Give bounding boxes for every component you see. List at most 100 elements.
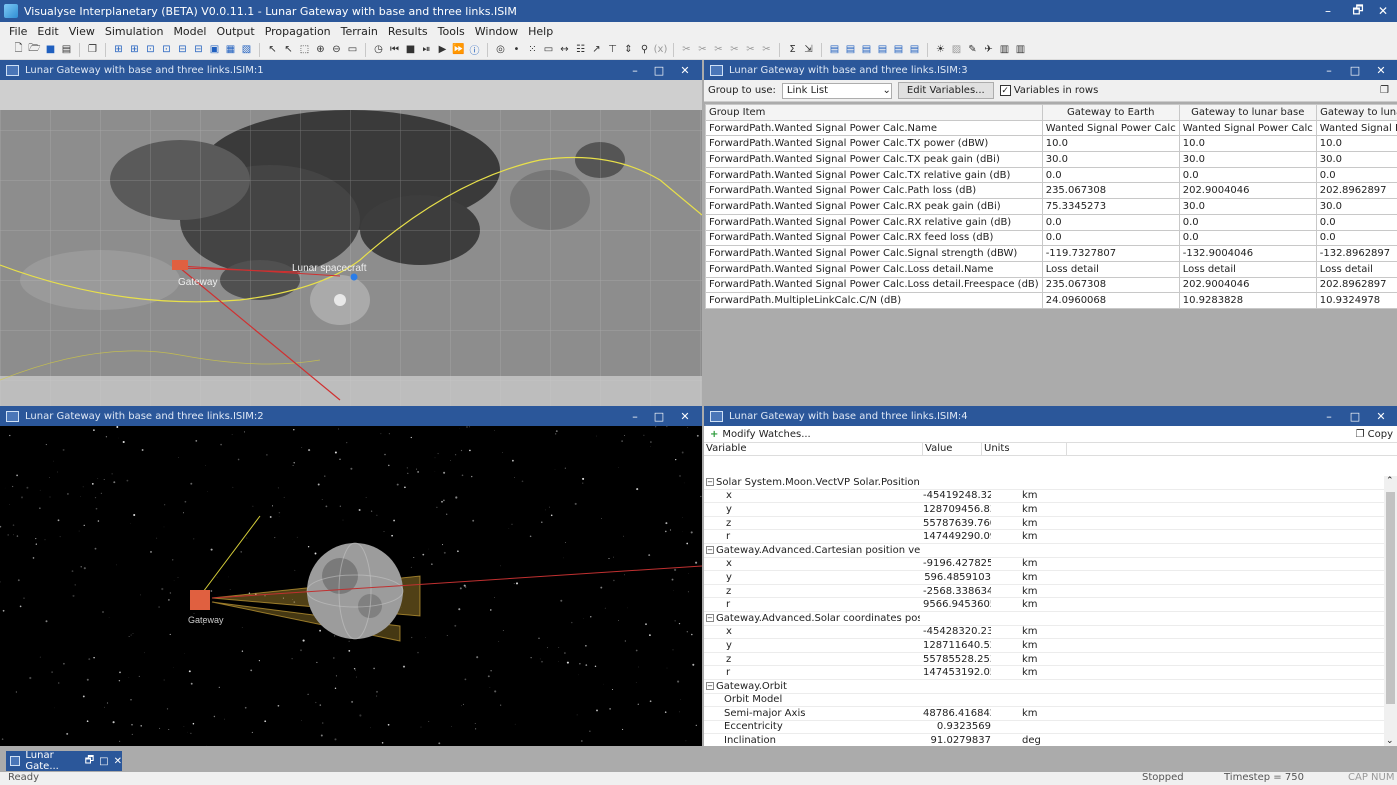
- report-icon[interactable]: ▤: [828, 43, 841, 56]
- row-label-cell[interactable]: ForwardPath.Wanted Signal Power Calc.RX …: [705, 213, 1043, 231]
- scroll-up-icon[interactable]: ⌃: [1386, 476, 1394, 486]
- play-icon[interactable]: ▶: [436, 43, 449, 56]
- link-group-icon[interactable]: ⊟: [192, 43, 205, 56]
- modify-watches-button[interactable]: Modify Watches...: [722, 429, 810, 440]
- column-header[interactable]: Gateway to lunar satellite: [1315, 104, 1397, 121]
- table-row[interactable]: ForwardPath.Wanted Signal Power Calc.Sig…: [705, 245, 1397, 262]
- value-cell[interactable]: 0.0: [1315, 213, 1397, 231]
- value-cell[interactable]: 30.0: [1041, 151, 1180, 168]
- antenna-icon[interactable]: ▣: [208, 43, 221, 56]
- row-label-cell[interactable]: ForwardPath.Wanted Signal Power Calc.RX …: [705, 198, 1043, 215]
- satellite-icon[interactable]: ⊡: [144, 43, 157, 56]
- point-icon[interactable]: •: [510, 43, 523, 56]
- value-cell[interactable]: Loss detail: [1315, 260, 1397, 278]
- chart-icon[interactable]: ▥: [998, 43, 1011, 56]
- row-label-cell[interactable]: ForwardPath.MultipleLinkCalc.C/N (dB): [705, 292, 1043, 309]
- value-cell[interactable]: 202.9004046: [1178, 276, 1317, 294]
- watch-row[interactable]: x -45428320.2316... km: [704, 626, 1384, 640]
- close-button[interactable]: ✕: [1370, 406, 1392, 426]
- column-header[interactable]: Gateway to Earth: [1041, 104, 1180, 121]
- bar-icon[interactable]: ▭: [542, 43, 555, 56]
- menu-view[interactable]: View: [64, 25, 100, 38]
- maximize-button[interactable]: □: [1344, 406, 1366, 426]
- watch-row[interactable]: y 596.4859103 km: [704, 571, 1384, 585]
- value-cell[interactable]: 30.0: [1315, 151, 1397, 168]
- watch-row[interactable]: Semi-major Axis 48786.4168427 km: [704, 707, 1384, 721]
- sun-icon[interactable]: ☀: [934, 43, 947, 56]
- minimize-button[interactable]: –: [624, 60, 646, 80]
- value-cell[interactable]: 202.9004046: [1178, 182, 1317, 200]
- chart-icon[interactable]: ▥: [1014, 43, 1027, 56]
- value-cell[interactable]: Wanted Signal Power Calc: [1315, 119, 1397, 137]
- table-row[interactable]: ForwardPath.Wanted Signal Power Calc.RX …: [705, 229, 1397, 247]
- watch-icon[interactable]: ⚲: [638, 43, 651, 56]
- row-label-cell[interactable]: ForwardPath.Wanted Signal Power Calc.Nam…: [705, 119, 1043, 137]
- value-cell[interactable]: 10.0: [1315, 135, 1397, 153]
- table-row[interactable]: ForwardPath.Wanted Signal Power Calc.RX …: [705, 213, 1397, 231]
- value-cell[interactable]: 30.0: [1178, 151, 1317, 168]
- report-icon[interactable]: ▤: [908, 43, 921, 56]
- watch-row[interactable]: x -45419248.3266... km: [704, 490, 1384, 504]
- menu-propagation[interactable]: Propagation: [260, 25, 336, 38]
- value-cell[interactable]: 0.0: [1315, 166, 1397, 184]
- value-cell[interactable]: 10.0: [1041, 135, 1180, 153]
- info-icon[interactable]: ⓘ: [468, 43, 481, 57]
- collapse-icon[interactable]: −: [706, 613, 714, 622]
- menu-results[interactable]: Results: [383, 25, 433, 38]
- maximize-icon[interactable]: □: [99, 756, 108, 767]
- layer-icon[interactable]: ▨: [950, 43, 963, 56]
- watch-row[interactable]: x -9196.4278256 km: [704, 558, 1384, 572]
- maximize-button[interactable]: □: [648, 406, 670, 426]
- watch-group-row[interactable]: − Gateway.Advanced.Cartesian position vec…: [704, 544, 1384, 558]
- export-icon[interactable]: ⇲: [802, 43, 815, 56]
- copy-icon[interactable]: ❐: [1380, 85, 1389, 96]
- report-icon[interactable]: ▤: [860, 43, 873, 56]
- row-label-cell[interactable]: ForwardPath.Wanted Signal Power Calc.Pat…: [705, 182, 1043, 200]
- table-row[interactable]: ForwardPath.Wanted Signal Power Calc.Nam…: [705, 119, 1397, 137]
- row-label-cell[interactable]: ForwardPath.Wanted Signal Power Calc.TX …: [705, 166, 1043, 184]
- space-window-titlebar[interactable]: Lunar Gateway with base and three links.…: [0, 406, 702, 426]
- column-header[interactable]: Gateway to lunar base: [1178, 104, 1317, 121]
- watch-row[interactable]: Inclination 91.0279837 deg: [704, 734, 1384, 746]
- minimized-window-tab[interactable]: Lunar Gate... 🗗 □ ✕: [6, 750, 122, 772]
- collapse-icon[interactable]: −: [706, 545, 714, 554]
- watch-row[interactable]: r 9566.9453605 km: [704, 598, 1384, 612]
- zoom-out-icon[interactable]: ⊖: [330, 43, 343, 56]
- station-icon[interactable]: ⊞: [112, 43, 125, 56]
- zoom-in-icon[interactable]: ⊕: [314, 43, 327, 56]
- column-header[interactable]: Variable: [704, 443, 923, 455]
- report-icon[interactable]: ▤: [892, 43, 905, 56]
- space-3d-view[interactable]: Gateway: [0, 426, 702, 746]
- value-cell[interactable]: 10.0: [1178, 135, 1317, 153]
- table-row[interactable]: ForwardPath.Wanted Signal Power Calc.Pat…: [705, 182, 1397, 200]
- table-row[interactable]: ForwardPath.Wanted Signal Power Calc.TX …: [705, 166, 1397, 184]
- close-button[interactable]: ✕: [1370, 60, 1392, 80]
- link-icon[interactable]: ⊟: [176, 43, 189, 56]
- watch-row[interactable]: y 128711640.5215... km: [704, 639, 1384, 653]
- edit-variables-button[interactable]: Edit Variables...: [897, 82, 994, 99]
- station-group-icon[interactable]: ⊞: [128, 43, 141, 56]
- map-window-titlebar[interactable]: Lunar Gateway with base and three links.…: [0, 60, 702, 80]
- watch-row[interactable]: Orbit Model: [704, 694, 1384, 708]
- variables-in-rows-checkbox[interactable]: ✓ Variables in rows: [999, 85, 1098, 96]
- zoom-area-icon[interactable]: ⬚: [298, 43, 311, 56]
- minimize-button[interactable]: –: [1318, 60, 1340, 80]
- value-cell[interactable]: -132.9004046: [1178, 245, 1317, 262]
- value-cell[interactable]: 75.3345273: [1041, 198, 1180, 215]
- value-cell[interactable]: 0.0: [1178, 166, 1317, 184]
- close-button[interactable]: ✕: [674, 406, 696, 426]
- close-button[interactable]: ✕: [674, 60, 696, 80]
- report-icon[interactable]: ▤: [844, 43, 857, 56]
- watch-row[interactable]: r 147449290.0906... km: [704, 530, 1384, 544]
- select-icon[interactable]: ↖: [282, 43, 295, 56]
- value-cell[interactable]: 24.0960068: [1041, 292, 1180, 309]
- clock-icon[interactable]: ◷: [372, 43, 385, 56]
- copy-button[interactable]: ❐ Copy: [1356, 429, 1393, 440]
- copy-icon[interactable]: ❐: [86, 43, 99, 56]
- grid-window-titlebar[interactable]: Lunar Gateway with base and three links.…: [704, 60, 1397, 80]
- table-row[interactable]: ForwardPath.Wanted Signal Power Calc.TX …: [705, 151, 1397, 168]
- terrain-icon[interactable]: ▧: [240, 43, 253, 56]
- menu-model[interactable]: Model: [168, 25, 211, 38]
- pointer-icon[interactable]: ↖: [266, 43, 279, 56]
- grid-window[interactable]: Lunar Gateway with base and three links.…: [704, 60, 1397, 406]
